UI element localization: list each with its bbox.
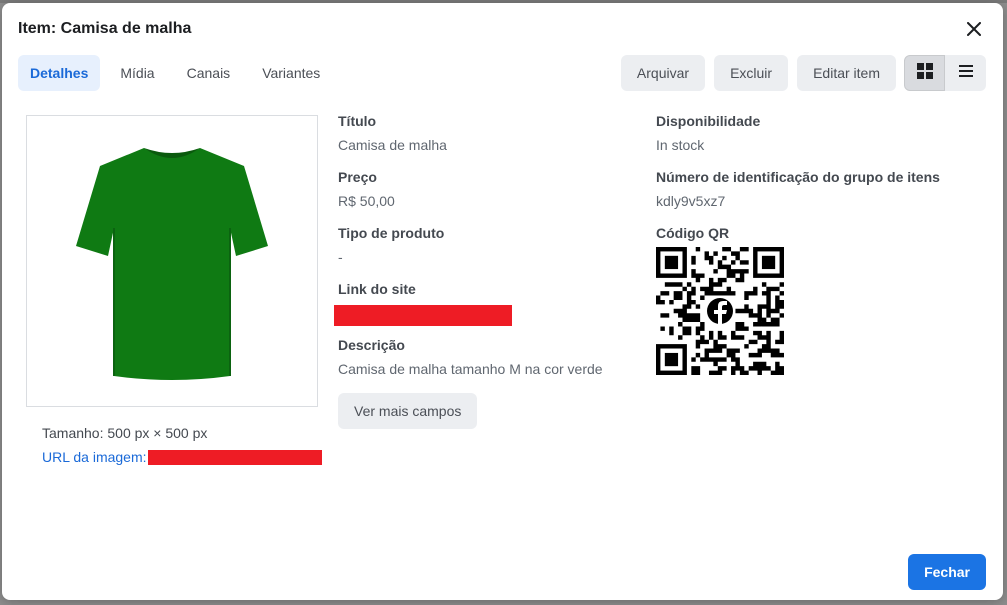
grid-icon — [916, 62, 933, 84]
qr-code-label: Código QR — [656, 225, 730, 241]
description-value: Camisa de malha tamanho M na cor verde — [338, 361, 603, 377]
see-more-fields-button[interactable]: Ver mais campos — [338, 393, 478, 429]
tab-detalhes[interactable]: Detalhes — [18, 55, 101, 91]
modal-title: Item: Camisa de malha — [18, 20, 192, 37]
redacted-link — [334, 305, 512, 326]
product-image — [26, 115, 318, 407]
close-button[interactable]: Fechar — [908, 554, 986, 590]
image-url-label: URL da imagem: — [42, 449, 147, 465]
image-size: Tamanho: 500 px × 500 px — [42, 425, 208, 441]
product-fields: Título Camisa de malha Preço R$ 50,00 Ti… — [334, 113, 628, 393]
tshirt-icon — [76, 148, 268, 380]
website-link-value[interactable] — [334, 305, 628, 329]
availability-value: In stock — [656, 137, 705, 153]
view-toggle — [904, 55, 986, 91]
item-details-modal: Item: Camisa de malha Detalhes Mídia Can… — [2, 3, 1003, 600]
edit-item-button[interactable]: Editar item — [797, 55, 896, 91]
qr-code-graphic — [656, 247, 784, 375]
title-value: Camisa de malha — [338, 137, 447, 153]
tab-bar: Detalhes Mídia Canais Variantes — [18, 55, 340, 91]
grid-view-button[interactable] — [904, 55, 945, 91]
close-icon[interactable] — [963, 18, 985, 40]
availability-label: Disponibilidade — [656, 113, 761, 129]
archive-button[interactable]: Arquivar — [620, 55, 706, 91]
group-id-label: Número de identificação do grupo de iten… — [656, 169, 940, 185]
tab-canais[interactable]: Canais — [175, 55, 243, 91]
action-bar: Arquivar Excluir Editar item — [612, 55, 986, 91]
list-icon — [958, 64, 973, 82]
price-value: R$ 50,00 — [338, 193, 395, 209]
title-label: Título — [338, 113, 377, 129]
tab-midia[interactable]: Mídia — [108, 55, 166, 91]
website-link-label: Link do site — [338, 281, 416, 297]
image-url[interactable]: URL da imagem: — [42, 449, 322, 465]
price-label: Preço — [338, 169, 377, 185]
product-type-label: Tipo de produto — [338, 225, 445, 241]
redacted-url — [147, 449, 322, 465]
qr-code — [656, 247, 784, 380]
description-label: Descrição — [338, 337, 405, 353]
tab-variantes[interactable]: Variantes — [250, 55, 332, 91]
group-id-value: kdly9v5xz7 — [656, 193, 726, 209]
product-type-value: - — [338, 249, 343, 265]
list-view-button[interactable] — [945, 55, 986, 91]
delete-button[interactable]: Excluir — [714, 55, 789, 91]
